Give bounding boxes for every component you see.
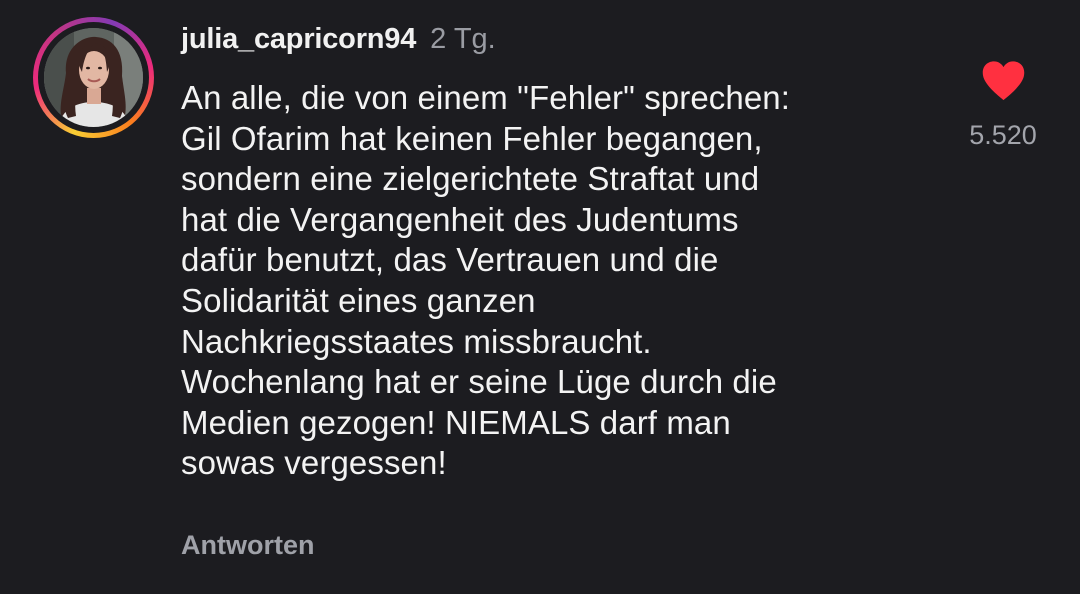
- avatar-photo: [44, 28, 143, 127]
- reply-button[interactable]: Antworten: [181, 530, 314, 561]
- timestamp: 2 Tg.: [430, 23, 496, 55]
- heart-icon[interactable]: [980, 60, 1027, 102]
- like-count: 5.520: [969, 120, 1037, 150]
- comment-text: An alle, die von einem "Fehler" sprechen…: [181, 79, 791, 482]
- avatar-story-ring[interactable]: [33, 17, 154, 138]
- avatar: [44, 28, 143, 127]
- comment: julia_capricorn94 2 Tg. An alle, die von…: [0, 0, 1080, 594]
- comment-header: julia_capricorn94 2 Tg.: [181, 23, 496, 63]
- username[interactable]: julia_capricorn94: [181, 23, 416, 56]
